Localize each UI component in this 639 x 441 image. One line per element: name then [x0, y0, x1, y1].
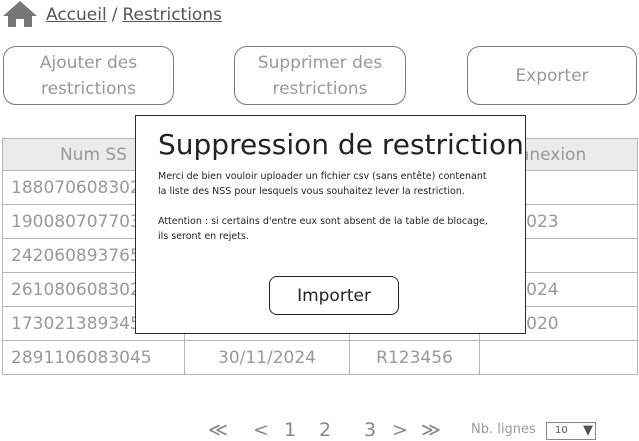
last-page-icon[interactable]: ≫	[421, 419, 441, 441]
page-2-link[interactable]: 2	[319, 419, 331, 441]
cell-connexion	[479, 340, 638, 375]
table-row[interactable]: 2891106083045 30/11/2024 R123456	[2, 340, 638, 375]
rows-per-page-value: 10	[555, 425, 568, 436]
page-1-link[interactable]: 1	[284, 419, 296, 441]
cell-date: 30/11/2024	[184, 340, 350, 375]
modal-body: Merci de bien vouloir uploader un fichie…	[158, 170, 498, 260]
export-button[interactable]: Exporter	[467, 46, 637, 105]
home-icon[interactable]	[2, 0, 38, 28]
import-button[interactable]: Importer	[269, 276, 399, 315]
modal-warning: Attention : si certains d'entre eux sont…	[158, 216, 488, 242]
cell-reference: R123456	[349, 340, 480, 375]
next-page-icon[interactable]: >	[392, 419, 408, 441]
add-restrictions-button[interactable]: Ajouter des restrictions	[3, 46, 174, 105]
chevron-down-icon: ▼	[583, 423, 593, 438]
delete-restriction-modal: Suppression de restriction Merci de bien…	[135, 115, 526, 334]
cell-num-ss: 2891106083045	[2, 340, 185, 375]
rows-per-page-select[interactable]: 10 ▼	[546, 422, 596, 440]
export-label: Exporter	[515, 65, 589, 86]
add-restrictions-label-1: Ajouter des	[39, 52, 138, 73]
page-3-link[interactable]: 3	[364, 419, 376, 441]
delete-restrictions-button[interactable]: Supprimer des restrictions	[234, 46, 406, 105]
first-page-icon[interactable]: ≪	[208, 419, 228, 441]
prev-page-icon[interactable]: <	[253, 419, 269, 441]
modal-instructions: Merci de bien vouloir uploader un fichie…	[158, 171, 487, 197]
pagination: ≪ < 1 2 3 > ≫ Nb. lignes	[0, 419, 639, 441]
add-restrictions-label-2: restrictions	[40, 78, 137, 99]
modal-title: Suppression de restriction	[158, 128, 524, 161]
rows-per-page-label: Nb. lignes	[471, 422, 536, 437]
breadcrumb-current-link[interactable]: Restrictions	[122, 5, 222, 25]
delete-restrictions-label-1: Supprimer des	[257, 52, 383, 73]
breadcrumb-home-link[interactable]: Accueil	[46, 5, 107, 25]
delete-restrictions-label-2: restrictions	[272, 78, 368, 99]
breadcrumb-separator: /	[111, 5, 118, 25]
